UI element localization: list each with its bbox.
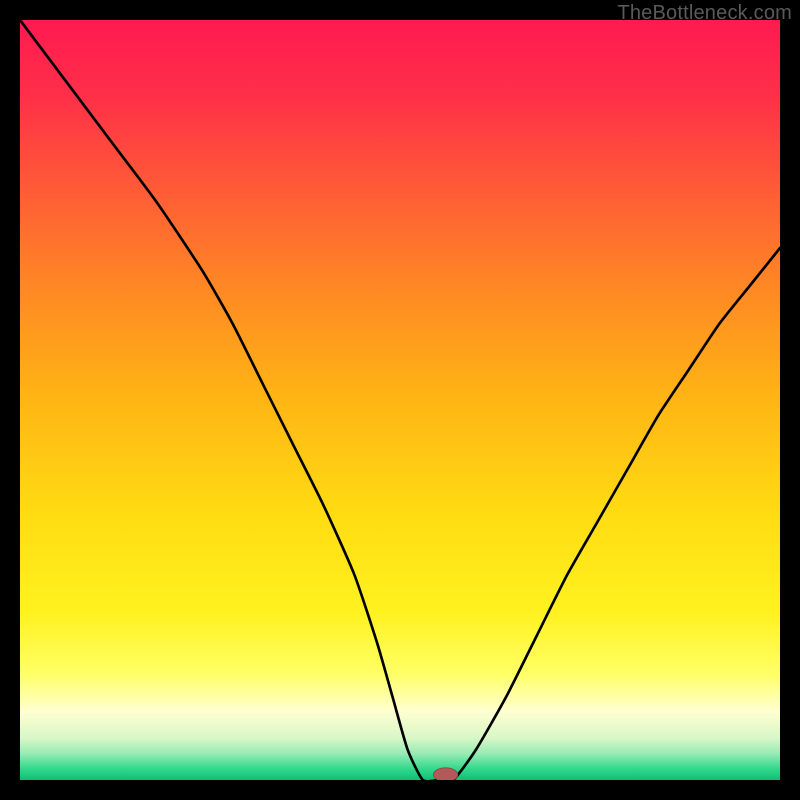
plot-area — [20, 20, 780, 780]
chart-frame: TheBottleneck.com — [0, 0, 800, 800]
chart-svg — [20, 20, 780, 780]
gradient-background — [20, 20, 780, 780]
optimal-point-marker — [433, 768, 457, 780]
watermark-text: TheBottleneck.com — [617, 2, 792, 25]
